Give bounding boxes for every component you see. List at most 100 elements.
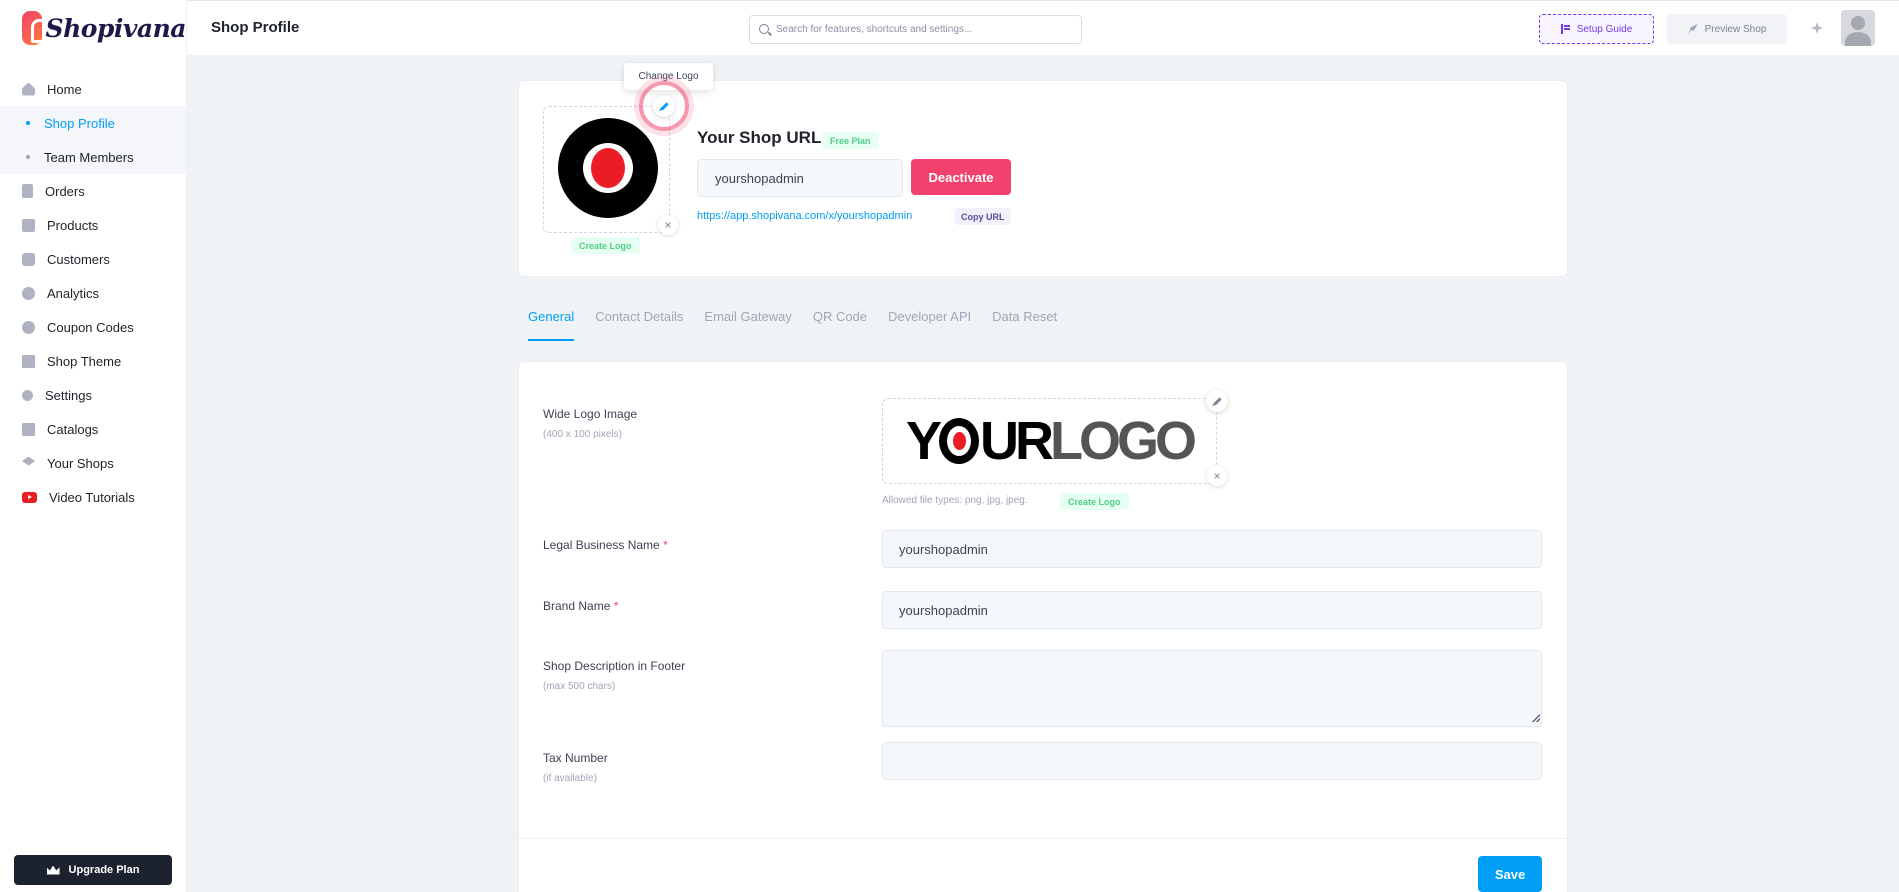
brand-name-field[interactable] (882, 591, 1542, 629)
sidebar-item-analytics[interactable]: Analytics (0, 276, 186, 310)
brand-name-label: Brand Name * (543, 599, 619, 613)
products-icon (22, 218, 35, 232)
required-mark: * (663, 538, 668, 552)
change-logo-button[interactable] (653, 95, 675, 117)
clipboard-icon (22, 184, 33, 198)
legal-name-label: Legal Business Name * (543, 538, 668, 552)
tab-contact-details[interactable]: Contact Details (595, 307, 683, 341)
description-label: Shop Description in Footer (543, 659, 686, 673)
wide-logo-box: Y UR LOGO (882, 398, 1217, 484)
sidebar-item-shop-profile[interactable]: Shop Profile (0, 106, 186, 140)
search-input[interactable] (776, 16, 1076, 43)
sidebar-item-settings[interactable]: Settings (0, 378, 186, 412)
upgrade-plan-label: Upgrade Plan (68, 864, 140, 876)
tab-developer-api[interactable]: Developer API (888, 307, 971, 341)
tab-general[interactable]: General (528, 307, 575, 341)
sidebar-item-video-tutorials[interactable]: Video Tutorials (0, 480, 186, 514)
tab-data-reset[interactable]: Data Reset (992, 307, 1057, 341)
bullet-icon (26, 155, 30, 159)
create-wide-logo-button[interactable]: Create Logo (1060, 493, 1129, 510)
shop-url-card: Change Logo × Create Logo Your Shop URL … (518, 63, 1568, 277)
sidebar-item-label: Products (47, 217, 99, 233)
shop-description-field[interactable] (882, 650, 1542, 727)
tax-number-field[interactable] (882, 742, 1542, 780)
sidebar-item-catalogs[interactable]: Catalogs (0, 412, 186, 446)
sidebar-item-label: Your Shops (47, 455, 114, 471)
layout-icon (22, 354, 35, 368)
gear-icon (22, 389, 33, 401)
sidebar-item-orders[interactable]: Orders (0, 174, 186, 208)
rocket-icon (1687, 24, 1698, 34)
form-divider (519, 838, 1567, 839)
flag-icon (1560, 24, 1570, 34)
sidebar-item-label: Home (47, 81, 82, 97)
sidebar-item-products[interactable]: Products (0, 208, 186, 242)
brand[interactable]: Shopivana (0, 0, 187, 56)
deactivate-button[interactable]: Deactivate (911, 159, 1011, 195)
shopivana-logo-icon (22, 11, 49, 45)
catalog-icon (22, 422, 35, 436)
sidebar-nav: Home Shop Profile Team Members Orders Pr… (0, 72, 186, 514)
customer-icon (22, 252, 35, 266)
pencil-icon (659, 101, 669, 111)
shop-logo-box (543, 106, 670, 233)
remove-wide-logo-button[interactable]: × (1207, 466, 1227, 486)
sidebar-item-label: Customers (47, 251, 110, 267)
required-mark: * (613, 599, 619, 613)
general-form-card: Wide Logo Image (400 x 100 pixels) Y UR … (518, 361, 1568, 892)
copy-url-button[interactable]: Copy URL (955, 208, 1011, 225)
preview-shop-label: Preview Shop (1704, 23, 1767, 35)
shop-logo-image (558, 118, 658, 218)
preview-shop-button[interactable]: Preview Shop (1667, 14, 1787, 44)
resize-handle-icon[interactable] (1532, 714, 1540, 722)
percent-icon (22, 320, 35, 334)
sparkle-icon[interactable] (1811, 22, 1823, 34)
edit-wide-logo-button[interactable] (1206, 390, 1228, 412)
wide-logo-label: Wide Logo Image (543, 407, 638, 421)
sidebar-item-label: Video Tutorials (49, 489, 135, 505)
sidebar-item-coupon-codes[interactable]: Coupon Codes (0, 310, 186, 344)
sidebar-item-label: Analytics (47, 285, 100, 301)
sidebar-item-label: Settings (45, 387, 92, 403)
crown-icon (46, 865, 60, 875)
tab-qr-code[interactable]: QR Code (813, 307, 867, 341)
layers-icon (22, 456, 35, 466)
close-icon: × (664, 218, 672, 232)
sidebar-item-shop-theme[interactable]: Shop Theme (0, 344, 186, 378)
create-logo-button[interactable]: Create Logo (571, 237, 640, 254)
tax-number-label: Tax Number (543, 751, 608, 765)
sidebar-item-label: Catalogs (47, 421, 99, 437)
save-button[interactable]: Save (1478, 856, 1542, 892)
shop-url-link[interactable]: https://app.shopivana.com/x/yourshopadmi… (697, 210, 912, 222)
allowed-file-types: Allowed file types: png, jpg, jpeg. (882, 495, 1028, 506)
avatar[interactable] (1841, 10, 1875, 46)
shop-url-input[interactable] (697, 159, 903, 197)
sidebar-item-label: Orders (45, 183, 85, 199)
search-box[interactable] (749, 15, 1082, 44)
profile-tabs: General Contact Details Email Gateway QR… (528, 307, 1057, 341)
tab-email-gateway[interactable]: Email Gateway (704, 307, 791, 341)
shop-url-title: Your Shop URL (697, 128, 822, 147)
sidebar-item-your-shops[interactable]: Your Shops (0, 446, 186, 480)
search-icon (759, 24, 769, 34)
sidebar-item-label: Shop Theme (47, 353, 122, 369)
setup-guide-button[interactable]: Setup Guide (1539, 14, 1654, 44)
change-logo-tooltip: Change Logo (624, 63, 713, 90)
pie-chart-icon (22, 286, 35, 300)
sidebar-item-team-members[interactable]: Team Members (0, 140, 186, 174)
brand-name: Shopivana (45, 13, 187, 43)
remove-logo-button[interactable]: × (658, 215, 678, 235)
page-title: Shop Profile (211, 19, 300, 36)
sidebar-item-customers[interactable]: Customers (0, 242, 186, 276)
setup-guide-label: Setup Guide (1576, 23, 1633, 35)
sidebar-item-home[interactable]: Home (0, 72, 186, 106)
sidebar: Shopivana Home Shop Profile Team Members… (0, 0, 187, 892)
pencil-icon (1212, 396, 1222, 406)
plan-badge: Free Plan (822, 132, 879, 149)
legal-business-name-field[interactable] (882, 530, 1542, 568)
bullet-icon (26, 121, 30, 125)
wide-logo-hint: (400 x 100 pixels) (543, 429, 622, 440)
youtube-icon (22, 491, 37, 503)
upgrade-plan-button[interactable]: Upgrade Plan (14, 855, 172, 885)
top-header: Shop Profile Setup Guide Preview Shop (187, 0, 1899, 56)
